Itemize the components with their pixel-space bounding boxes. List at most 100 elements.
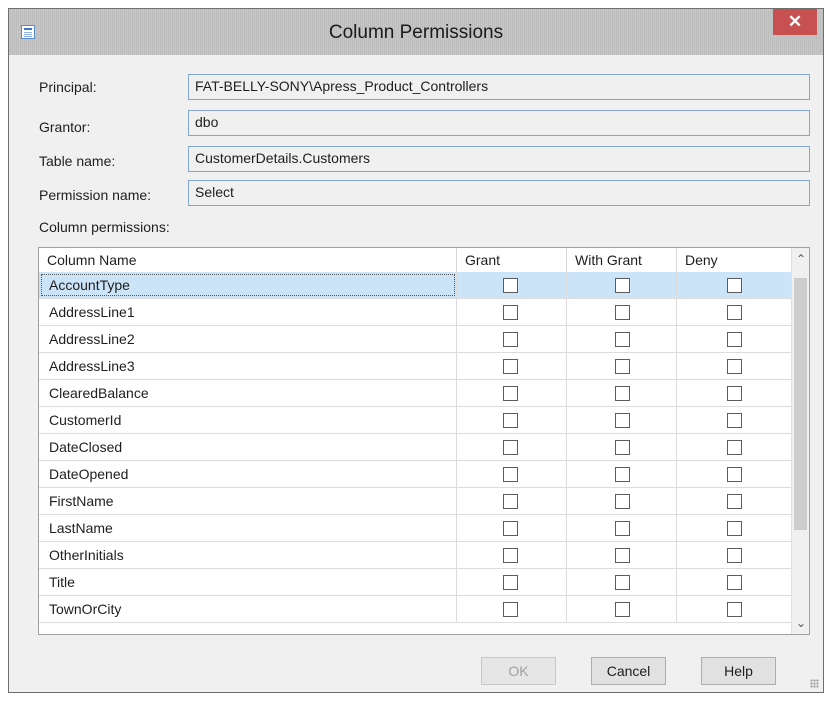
deny-checkbox[interactable]	[727, 575, 742, 590]
deny-cell	[677, 407, 791, 433]
deny-cell	[677, 461, 791, 487]
title-bar[interactable]: Column Permissions ✕	[9, 9, 823, 55]
resize-grip-icon[interactable]	[810, 679, 819, 688]
with-grant-checkbox[interactable]	[615, 359, 630, 374]
grid-header: Column Name Grant With Grant Deny	[39, 248, 791, 273]
close-button[interactable]: ✕	[773, 9, 817, 35]
help-button[interactable]: Help	[701, 657, 776, 685]
vertical-scrollbar[interactable]: ⌃ ⌄	[791, 248, 809, 634]
with-grant-checkbox[interactable]	[615, 278, 630, 293]
with-grant-checkbox[interactable]	[615, 602, 630, 617]
table-row[interactable]: LastName	[39, 515, 791, 542]
grantor-field[interactable]: dbo	[188, 110, 810, 136]
grant-checkbox[interactable]	[503, 440, 518, 455]
ok-button[interactable]: OK	[481, 657, 556, 685]
with-grant-checkbox[interactable]	[615, 494, 630, 509]
grant-checkbox[interactable]	[503, 413, 518, 428]
header-deny[interactable]: Deny	[677, 248, 791, 272]
with-grant-cell	[567, 596, 677, 622]
grant-checkbox[interactable]	[503, 467, 518, 482]
grant-checkbox[interactable]	[503, 305, 518, 320]
close-icon: ✕	[787, 12, 803, 31]
table-row[interactable]: AddressLine2	[39, 326, 791, 353]
permission-name-field[interactable]: Select	[188, 180, 810, 206]
deny-checkbox[interactable]	[727, 548, 742, 563]
table-row[interactable]: ClearedBalance	[39, 380, 791, 407]
window-title: Column Permissions	[328, 22, 504, 43]
header-with-grant[interactable]: With Grant	[567, 248, 677, 272]
deny-cell	[677, 380, 791, 406]
grant-cell	[457, 272, 567, 298]
column-permissions-label: Column permissions:	[39, 219, 170, 235]
deny-checkbox[interactable]	[727, 305, 742, 320]
table-row[interactable]: AccountType	[39, 272, 791, 299]
grant-checkbox[interactable]	[503, 575, 518, 590]
table-name-field[interactable]: CustomerDetails.Customers	[188, 146, 810, 172]
deny-cell	[677, 515, 791, 541]
permission-name-label: Permission name:	[39, 187, 152, 203]
deny-checkbox[interactable]	[727, 467, 742, 482]
deny-checkbox[interactable]	[727, 413, 742, 428]
table-row[interactable]: Title	[39, 569, 791, 596]
deny-checkbox[interactable]	[727, 440, 742, 455]
column-permissions-grid[interactable]: Column Name Grant With Grant Deny Accoun…	[38, 247, 810, 635]
with-grant-checkbox[interactable]	[615, 332, 630, 347]
table-row[interactable]: AddressLine3	[39, 353, 791, 380]
table-row[interactable]: DateClosed	[39, 434, 791, 461]
grant-checkbox[interactable]	[503, 521, 518, 536]
grant-cell	[457, 542, 567, 568]
principal-label: Principal:	[39, 79, 97, 95]
column-name-cell: AddressLine3	[39, 353, 457, 379]
deny-checkbox[interactable]	[727, 332, 742, 347]
grant-checkbox[interactable]	[503, 278, 518, 293]
header-grant[interactable]: Grant	[457, 248, 567, 272]
deny-checkbox[interactable]	[727, 278, 742, 293]
with-grant-checkbox[interactable]	[615, 521, 630, 536]
with-grant-cell	[567, 488, 677, 514]
table-row[interactable]: DateOpened	[39, 461, 791, 488]
header-column-name[interactable]: Column Name	[39, 248, 457, 272]
deny-cell	[677, 353, 791, 379]
grant-checkbox[interactable]	[503, 386, 518, 401]
column-name-cell: LastName	[39, 515, 457, 541]
deny-checkbox[interactable]	[727, 602, 742, 617]
column-name-cell: TownOrCity	[39, 596, 457, 622]
with-grant-cell	[567, 542, 677, 568]
deny-cell	[677, 569, 791, 595]
table-name-label: Table name:	[39, 153, 116, 169]
with-grant-checkbox[interactable]	[615, 413, 630, 428]
chevron-up-icon[interactable]: ⌃	[792, 252, 810, 266]
deny-checkbox[interactable]	[727, 359, 742, 374]
with-grant-checkbox[interactable]	[615, 575, 630, 590]
with-grant-cell	[567, 299, 677, 325]
with-grant-checkbox[interactable]	[615, 305, 630, 320]
grant-cell	[457, 461, 567, 487]
grant-checkbox[interactable]	[503, 332, 518, 347]
deny-checkbox[interactable]	[727, 386, 742, 401]
deny-checkbox[interactable]	[727, 494, 742, 509]
grant-checkbox[interactable]	[503, 494, 518, 509]
with-grant-checkbox[interactable]	[615, 386, 630, 401]
table-row[interactable]: FirstName	[39, 488, 791, 515]
with-grant-checkbox[interactable]	[615, 467, 630, 482]
deny-cell	[677, 272, 791, 298]
grant-checkbox[interactable]	[503, 602, 518, 617]
grant-cell	[457, 569, 567, 595]
with-grant-cell	[567, 515, 677, 541]
principal-field[interactable]: FAT-BELLY-SONY\Apress_Product_Controller…	[188, 74, 810, 100]
table-row[interactable]: OtherInitials	[39, 542, 791, 569]
table-row[interactable]: AddressLine1	[39, 299, 791, 326]
with-grant-checkbox[interactable]	[615, 440, 630, 455]
grant-checkbox[interactable]	[503, 359, 518, 374]
grant-cell	[457, 299, 567, 325]
scrollbar-thumb[interactable]	[794, 278, 807, 530]
cancel-button[interactable]: Cancel	[591, 657, 666, 685]
table-row[interactable]: CustomerId	[39, 407, 791, 434]
with-grant-checkbox[interactable]	[615, 548, 630, 563]
grant-checkbox[interactable]	[503, 548, 518, 563]
chevron-down-icon[interactable]: ⌄	[792, 616, 810, 630]
column-permissions-dialog: Column Permissions ✕ Principal: FAT-BELL…	[8, 8, 824, 693]
table-row[interactable]: TownOrCity	[39, 596, 791, 623]
column-name-cell: AddressLine2	[39, 326, 457, 352]
deny-checkbox[interactable]	[727, 521, 742, 536]
